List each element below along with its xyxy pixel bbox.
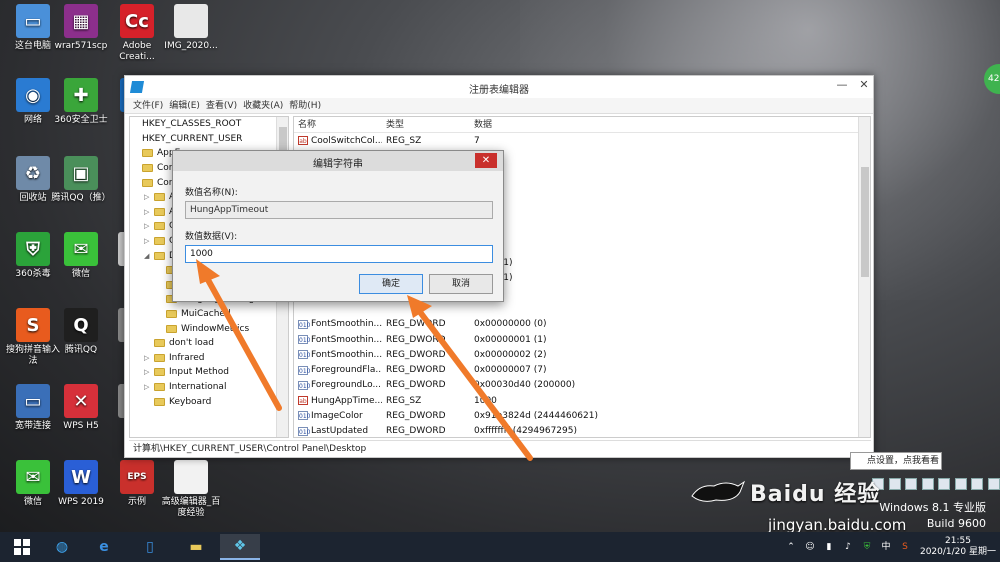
ie-icon: e xyxy=(99,539,109,555)
arrow-head-data-field xyxy=(196,259,220,284)
taskbar: ◍ e ▯ ▬ ❖ ⌃ ☺ ▮ ♪ ⛨ 中 S 21:55 2020/1/20 … xyxy=(0,532,1000,562)
taskbar-regedit[interactable]: ❖ xyxy=(220,534,260,560)
tray-ime-indicator[interactable]: 中 xyxy=(879,540,893,554)
tray-user-icon[interactable]: ☺ xyxy=(803,540,817,554)
arrow-to-data-field xyxy=(204,275,282,411)
arrow-to-ok-button xyxy=(417,309,533,461)
browser-360-icon: ◍ xyxy=(55,539,69,555)
system-tray: ⌃ ☺ ▮ ♪ ⛨ 中 S 21:55 2020/1/20 星期一 xyxy=(779,535,996,559)
tray-volume-icon[interactable]: ♪ xyxy=(841,540,855,554)
tablet-icon: ▯ xyxy=(146,539,154,555)
taskbar-tablet[interactable]: ▯ xyxy=(130,534,170,560)
regedit-icon: ❖ xyxy=(233,538,247,554)
clock[interactable]: 21:55 2020/1/20 星期一 xyxy=(920,536,996,558)
settings-tooltip[interactable]: 点设置，点我看看 xyxy=(850,452,942,470)
clock-time: 21:55 xyxy=(945,536,971,546)
tray-sogou-icon[interactable]: S xyxy=(898,540,912,554)
taskbar-browser-360[interactable]: ◍ xyxy=(42,534,82,560)
folder-icon: ▬ xyxy=(189,539,203,555)
clock-date: 2020/1/20 星期一 xyxy=(919,547,996,557)
watermark-brand: Baidu 经验 xyxy=(750,482,881,507)
taskbar-ie[interactable]: e xyxy=(84,534,124,560)
taskbar-explorer[interactable]: ▬ xyxy=(176,534,216,560)
baidu-watermark: Baidu 经验 Windows 8.1 专业版 Build 9600 jing… xyxy=(690,474,990,534)
tray-network-icon[interactable]: ▮ xyxy=(822,540,836,554)
tooltip-text: 点设置，点我看看 xyxy=(867,456,940,466)
tray-arrow-icon[interactable]: ⌃ xyxy=(784,540,798,554)
version-line-1: Windows 8.1 专业版 xyxy=(879,501,986,514)
baidu-bear-logo xyxy=(691,480,746,502)
windows-logo-icon xyxy=(14,539,30,555)
tray-security-icon[interactable]: ⛨ xyxy=(860,540,874,554)
start-button[interactable] xyxy=(2,534,42,560)
